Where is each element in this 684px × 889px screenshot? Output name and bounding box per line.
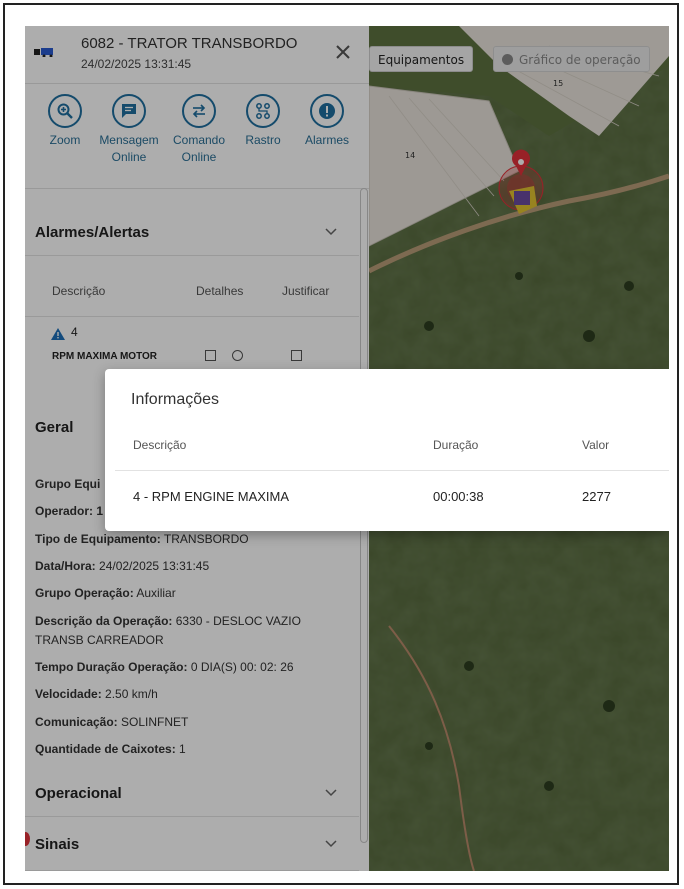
modal-divider xyxy=(115,470,669,471)
modal-row-description: 4 - RPM ENGINE MAXIMA xyxy=(133,489,290,504)
info-modal: Informações Descrição Duração Valor 4 - … xyxy=(105,369,669,531)
screenshot-frame: 15 14 Equipamentos Gráfico de operação 6… xyxy=(3,3,679,885)
modal-col-duration: Duração xyxy=(433,438,479,452)
modal-col-value: Valor xyxy=(582,438,610,452)
modal-row-value: 2277 xyxy=(582,489,611,504)
app: 15 14 Equipamentos Gráfico de operação 6… xyxy=(25,26,669,871)
modal-title: Informações xyxy=(131,391,220,408)
modal-col-description: Descrição xyxy=(133,438,187,452)
modal-row-duration: 00:00:38 xyxy=(433,489,484,504)
